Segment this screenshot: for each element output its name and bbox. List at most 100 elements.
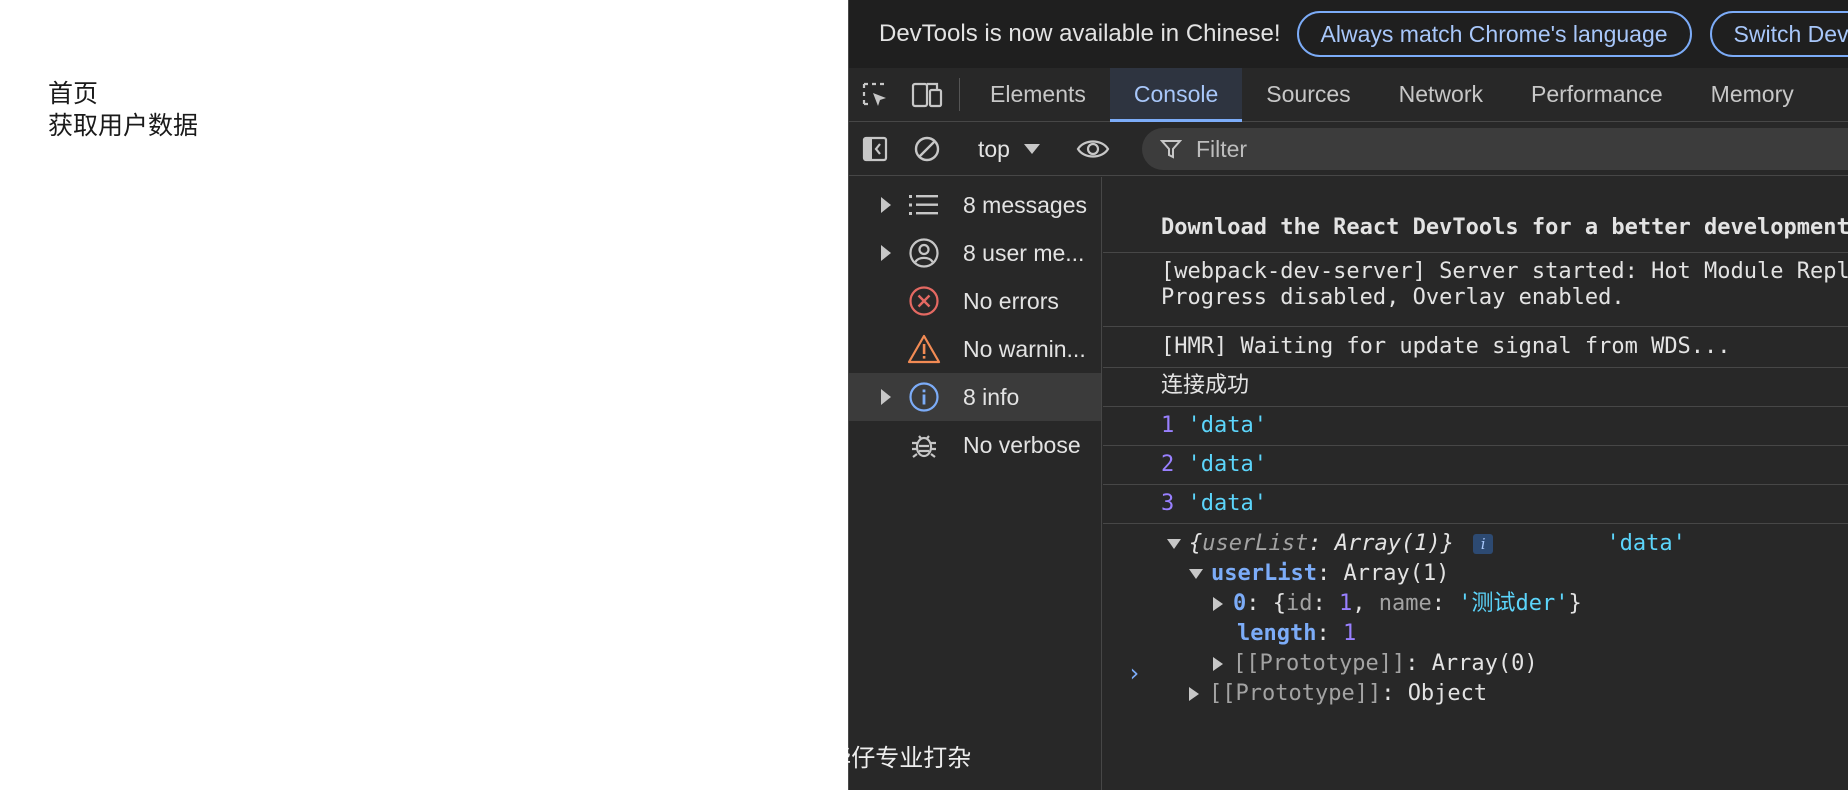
- object-property-userlist[interactable]: userList: Array(1): [1103, 559, 1848, 589]
- property-colon: :: [1381, 681, 1408, 706]
- sidebar-item-label: 8 messages: [963, 191, 1088, 218]
- sidebar-item-errors[interactable]: No errors: [849, 277, 1101, 325]
- info-badge-icon[interactable]: i: [1473, 534, 1494, 554]
- clear-console-button[interactable]: [901, 123, 953, 176]
- inspect-element-button[interactable]: [849, 68, 901, 121]
- item-name-key: name: [1378, 591, 1432, 616]
- console-message-data-log: 2 'data': [1103, 447, 1848, 485]
- console-message-data-log: 1 'data': [1103, 408, 1848, 446]
- sidebar-item-warnings[interactable]: No warnin...: [849, 325, 1101, 373]
- property-colon: :: [1246, 591, 1273, 616]
- property-key: 0: [1233, 591, 1247, 616]
- property-colon: :: [1312, 591, 1339, 616]
- expand-arrow-icon[interactable]: [1213, 657, 1223, 671]
- console-toolbar: top Filter: [849, 123, 1848, 176]
- expand-arrow-icon[interactable]: [881, 389, 891, 405]
- sidebar-item-label: 8 info: [963, 383, 1020, 410]
- devtools-panel: DevTools is now available in Chinese! Al…: [848, 0, 1848, 790]
- tab-elements[interactable]: Elements: [966, 68, 1110, 121]
- context-selector[interactable]: top: [966, 123, 1054, 176]
- object-open-brace: {: [1189, 531, 1203, 556]
- console-output: Download the React DevTools for a better…: [1103, 177, 1848, 790]
- sidebar-toggle-icon: [862, 136, 888, 162]
- user-icon: [907, 236, 941, 270]
- object-preview-value: Array(1): [1334, 531, 1441, 556]
- toggle-sidebar-button[interactable]: [849, 123, 901, 176]
- log-number: 1: [1161, 413, 1175, 438]
- expand-arrow-icon[interactable]: [881, 245, 891, 261]
- console-message-hmr: [HMR] Waiting for update signal from WDS…: [1103, 330, 1848, 368]
- console-sidebar: 8 messages 8 user me... No errors No war…: [849, 177, 1102, 790]
- item-id-key: id: [1286, 591, 1313, 616]
- item-id-value: 1: [1339, 591, 1353, 616]
- webpack-line-2: Progress disabled, Overlay enabled.: [1161, 285, 1625, 310]
- log-number: 2: [1161, 452, 1175, 477]
- filter-placeholder: Filter: [1195, 135, 1248, 162]
- sidebar-item-user-messages[interactable]: 8 user me...: [849, 229, 1101, 277]
- object-preview-colon: :: [1308, 531, 1335, 556]
- expand-arrow-icon[interactable]: [1189, 687, 1199, 701]
- tab-console[interactable]: Console: [1109, 68, 1243, 122]
- property-colon: :: [1405, 651, 1432, 676]
- page-nav: 首页 获取用户数据: [48, 78, 198, 142]
- object-root-row[interactable]: {userList: Array(1)} i 'data': [1103, 529, 1848, 559]
- always-match-language-button[interactable]: Always match Chrome's language: [1296, 11, 1692, 57]
- eye-icon: [1076, 140, 1110, 158]
- object-property-object-prototype[interactable]: [[Prototype]]: Object: [1103, 679, 1848, 709]
- live-expression-button[interactable]: [1067, 123, 1119, 176]
- tab-network[interactable]: Network: [1375, 68, 1507, 121]
- item-comma: ,: [1352, 591, 1379, 616]
- console-prompt[interactable]: ›: [1127, 659, 1141, 687]
- sidebar-item-label: No warnin...: [963, 335, 1086, 362]
- sidebar-item-messages[interactable]: 8 messages: [849, 181, 1101, 229]
- devtools-tabs-bar: Elements Console Sources Network Perform…: [849, 68, 1848, 122]
- webpack-line-1: [webpack-dev-server] Server started: Hot…: [1161, 259, 1848, 284]
- item-name-value: '测试der': [1458, 591, 1569, 616]
- device-toolbar-button[interactable]: [901, 68, 953, 121]
- log-string: 'data': [1187, 452, 1267, 477]
- bug-icon: [907, 428, 941, 462]
- sidebar-item-label: No errors: [963, 287, 1059, 314]
- tab-sources[interactable]: Sources: [1242, 68, 1374, 121]
- property-value: Object: [1407, 681, 1488, 706]
- warning-icon: [907, 332, 941, 366]
- tab-memory[interactable]: Memory: [1687, 68, 1818, 121]
- sidebar-item-label: 8 user me...: [963, 239, 1085, 266]
- sidebar-item-label: No verbose: [963, 431, 1081, 458]
- switch-language-button[interactable]: Switch DevTools to Chinese: [1709, 11, 1848, 57]
- collapse-arrow-icon[interactable]: [1167, 539, 1181, 549]
- log-string: 'data': [1187, 491, 1267, 516]
- property-key: [[Prototype]]: [1233, 651, 1406, 676]
- error-icon: [907, 284, 941, 318]
- chevron-down-icon: [1023, 144, 1040, 154]
- nav-link-get-user-data[interactable]: 获取用户数据: [48, 110, 198, 142]
- expand-arrow-icon[interactable]: [881, 197, 891, 213]
- object-close-brace: }: [1440, 531, 1454, 556]
- sidebar-item-verbose[interactable]: No verbose: [849, 421, 1101, 469]
- object-property-array-prototype[interactable]: [[Prototype]]: Array(0): [1103, 649, 1848, 679]
- device-icon: [911, 82, 943, 107]
- console-message-connected: 连接成功: [1103, 369, 1848, 407]
- property-value: Array(1): [1343, 561, 1450, 586]
- collapse-arrow-icon[interactable]: [1189, 569, 1203, 579]
- console-message-data-log: 3 'data': [1103, 486, 1848, 524]
- info-icon: [907, 380, 941, 414]
- property-key: [[Prototype]]: [1209, 681, 1382, 706]
- log-string: 'data': [1606, 531, 1686, 556]
- clear-icon: [914, 136, 940, 162]
- web-page: 首页 获取用户数据: [0, 0, 848, 790]
- nav-link-home[interactable]: 首页: [48, 78, 198, 110]
- property-key: userList: [1211, 561, 1317, 586]
- property-value: Array(0): [1431, 651, 1538, 676]
- property-value: 1: [1342, 621, 1357, 646]
- sidebar-item-info[interactable]: 8 info: [849, 373, 1101, 421]
- expand-arrow-icon[interactable]: [1213, 597, 1223, 611]
- property-key: length: [1237, 621, 1317, 646]
- inspect-icon: [862, 82, 886, 106]
- property-colon: :: [1431, 591, 1459, 616]
- filter-input[interactable]: Filter: [1141, 128, 1848, 170]
- tab-performance[interactable]: Performance: [1507, 68, 1687, 121]
- watermark: 掘金技术社区 @ 华仔专业打杂: [644, 744, 972, 772]
- object-preview-key: userList: [1202, 531, 1309, 556]
- object-property-item-0[interactable]: 0: {id: 1, name: '测试der'}: [1103, 589, 1848, 619]
